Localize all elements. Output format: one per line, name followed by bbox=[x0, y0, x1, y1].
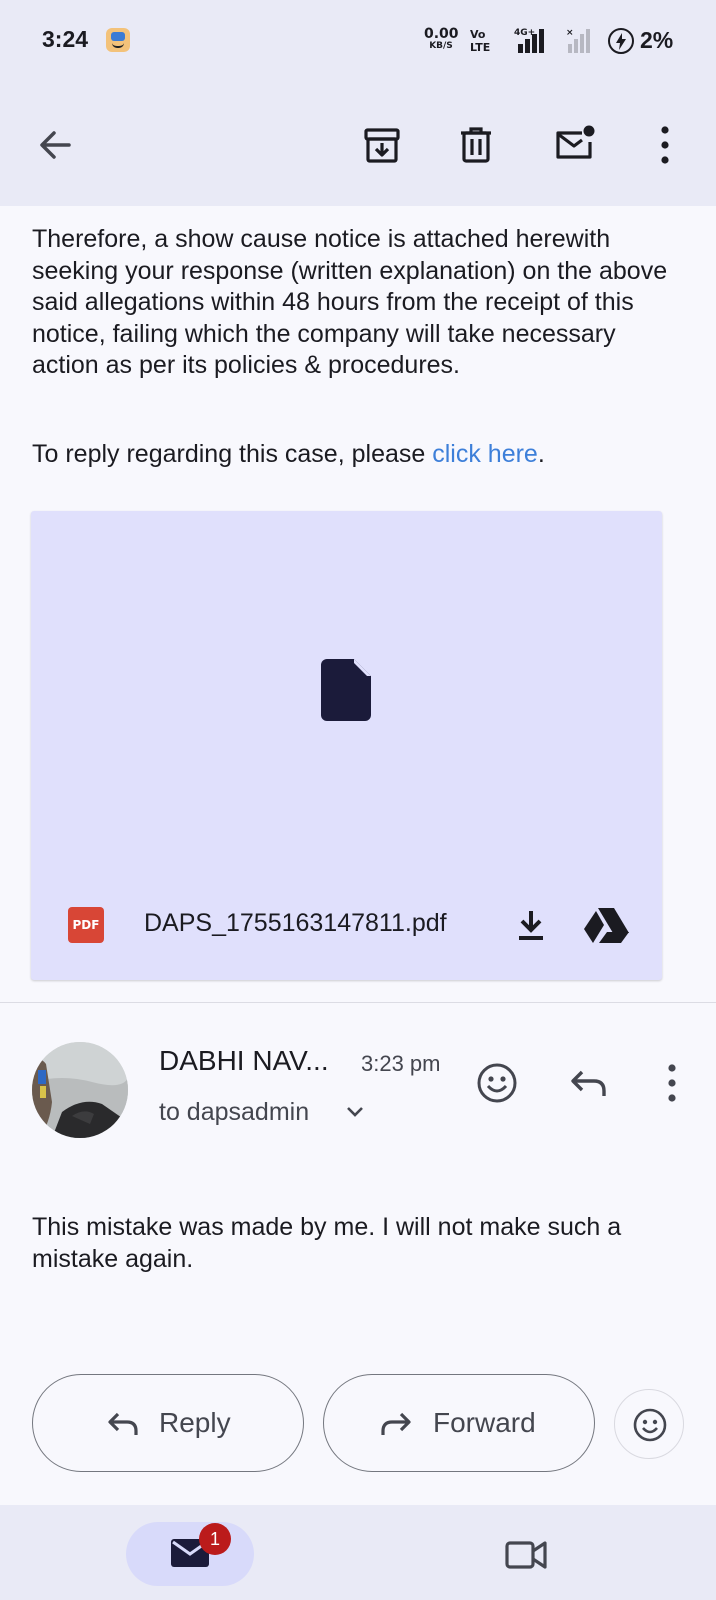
forward-icon bbox=[381, 1412, 411, 1435]
recipient-details[interactable]: to dapsadmin bbox=[159, 1098, 309, 1127]
file-icon bbox=[321, 659, 371, 721]
message-divider bbox=[0, 1002, 716, 1003]
sender-name[interactable]: DABHI NAV... bbox=[159, 1045, 329, 1077]
emoji-icon bbox=[633, 1408, 667, 1442]
app-notification-icon bbox=[106, 28, 130, 52]
google-drive-icon bbox=[584, 908, 629, 943]
mark-unread-button[interactable] bbox=[546, 117, 602, 173]
click-here-link[interactable]: click here bbox=[432, 440, 538, 468]
email-body-paragraph: Therefore, a show cause notice is attach… bbox=[32, 225, 668, 379]
message-time: 3:23 pm bbox=[361, 1051, 441, 1076]
save-to-drive-button[interactable] bbox=[581, 905, 631, 945]
attachment-preview[interactable]: PDF DAPS_1755163147811.pdf bbox=[31, 511, 662, 980]
network-speed-value: 0.00 bbox=[424, 26, 459, 42]
download-icon bbox=[519, 911, 543, 940]
status-time: 3:24 bbox=[42, 26, 89, 52]
download-attachment-button[interactable] bbox=[511, 905, 551, 945]
back-button[interactable] bbox=[27, 117, 83, 173]
sim1-signal-icon: 4G+ bbox=[514, 28, 550, 54]
video-camera-icon bbox=[505, 1541, 547, 1569]
reply-instruction: To reply regarding this case, please cli… bbox=[32, 439, 682, 471]
reply-message-body: This mistake was made by me. I will not … bbox=[32, 1213, 622, 1273]
volte-top: Vo bbox=[470, 28, 486, 41]
reply-button[interactable]: Reply bbox=[32, 1374, 304, 1472]
chevron-down-icon[interactable] bbox=[344, 1104, 366, 1120]
bottom-navigation: 1 bbox=[0, 1505, 716, 1600]
unread-count-badge: 1 bbox=[199, 1523, 231, 1555]
volte-indicator: Vo LTE bbox=[470, 28, 490, 54]
reply-icon bbox=[108, 1412, 138, 1435]
message-more-button[interactable] bbox=[648, 1059, 696, 1107]
nav-meet-tab[interactable] bbox=[504, 1535, 548, 1575]
reply-instruction-end: . bbox=[537, 440, 545, 468]
more-vert-icon bbox=[668, 1064, 676, 1102]
pdf-file-type-icon: PDF bbox=[68, 907, 104, 943]
attachment-filename: DAPS_1755163147811.pdf bbox=[144, 909, 447, 937]
sender-avatar[interactable] bbox=[32, 1042, 128, 1138]
battery-charging-icon bbox=[608, 28, 634, 54]
archive-icon bbox=[364, 128, 400, 163]
forward-button[interactable]: Forward bbox=[323, 1374, 595, 1472]
sim2-signal-icon: × bbox=[566, 28, 596, 54]
archive-button[interactable] bbox=[354, 117, 410, 173]
sim2-tag: × bbox=[566, 28, 574, 38]
sim1-tag: 4G+ bbox=[514, 28, 536, 38]
emoji-reaction-button[interactable] bbox=[614, 1389, 684, 1459]
delete-icon bbox=[461, 127, 491, 163]
reply-icon-button[interactable] bbox=[566, 1059, 614, 1107]
network-speed: 0.00 KB/S bbox=[424, 26, 459, 52]
email-toolbar bbox=[0, 84, 716, 206]
back-arrow-icon bbox=[40, 131, 71, 159]
network-speed-unit: KB/S bbox=[429, 41, 453, 51]
reply-instruction-text: To reply regarding this case, please bbox=[32, 440, 433, 468]
mark-unread-icon bbox=[556, 125, 595, 159]
volte-bottom: LTE bbox=[470, 41, 491, 54]
delete-button[interactable] bbox=[448, 117, 504, 173]
emoji-icon bbox=[477, 1063, 517, 1103]
reply-icon bbox=[571, 1070, 606, 1096]
battery-percent: 2% bbox=[640, 27, 674, 53]
add-reaction-button[interactable] bbox=[473, 1059, 521, 1107]
reply-button-label: Reply bbox=[159, 1407, 231, 1438]
forward-button-label: Forward bbox=[433, 1407, 536, 1438]
status-bar: 3:24 0.00 KB/S Vo LTE 4G+ × 2% bbox=[0, 0, 716, 84]
nav-mail-tab[interactable]: 1 bbox=[126, 1522, 254, 1586]
more-options-button[interactable] bbox=[637, 117, 693, 173]
more-vert-icon bbox=[661, 126, 669, 164]
